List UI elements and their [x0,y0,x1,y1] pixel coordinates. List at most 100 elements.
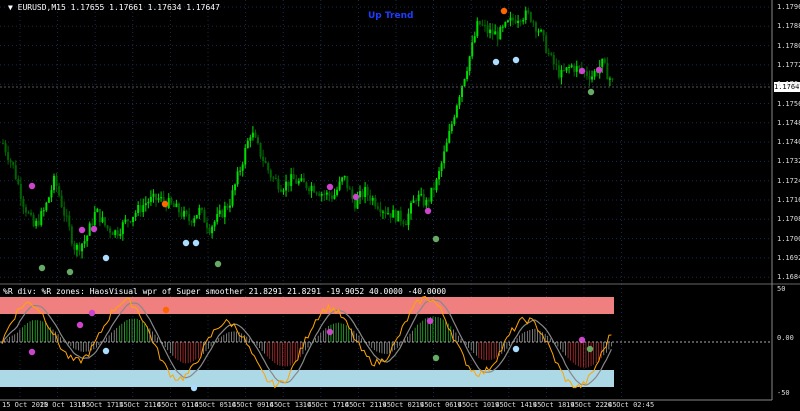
candle-body [348,188,351,190]
candle-body [188,214,191,222]
candle-body [448,131,451,143]
candle-body [300,178,303,181]
divergence-marker [424,207,432,215]
divergence-marker [214,260,222,268]
candle-body [575,66,578,72]
candle-body [111,232,114,235]
divergence-marker [90,225,98,233]
price-tick: 1.17165 [777,196,800,204]
candle-body [568,66,571,68]
candle-body [506,20,509,23]
candle-body [295,179,298,184]
candle-body [397,210,400,222]
candle-body [30,212,33,215]
candle-body [114,230,117,235]
candle-body [37,220,40,225]
candle-body [440,163,443,172]
candle-body [471,42,474,57]
divergence-marker [38,264,46,272]
candle-body [292,174,295,180]
candle-body [325,192,328,195]
candle-body [152,193,155,197]
candle-body [481,24,484,26]
candle-body [221,210,224,218]
candle-body [231,190,234,206]
candle-body [193,218,196,223]
divergence-marker [326,183,334,191]
candle-body [241,164,244,171]
candle-body [14,165,17,179]
candle-body [129,221,132,223]
candle-body [19,183,22,200]
candle-body [144,203,147,206]
candle-body [68,215,71,227]
candle-body [200,207,203,211]
candle-body [147,201,150,204]
candle-body [98,208,101,223]
candle-body [180,212,183,217]
candle-body [101,217,104,223]
divergence-marker [28,182,36,190]
divergence-marker [182,239,190,247]
candle-body [389,213,392,218]
candle-body [254,132,257,138]
price-tick: 1.17245 [777,176,800,185]
candle-body [573,65,576,72]
candle-body [387,213,390,215]
divergence-marker [161,200,169,208]
candle-body [499,27,502,40]
candle-body [461,86,463,98]
price-tick: 1.17965 [777,3,800,11]
divergence-marker [192,239,200,247]
candle-body [167,197,170,208]
candle-body [246,140,249,149]
chart-canvas[interactable] [0,0,800,411]
candle-body [7,152,10,161]
candle-body [527,10,530,13]
indicator-header: %R div: %R zones: HaosVisual wpr of Supe… [3,287,447,296]
candle-body [47,197,50,203]
candle-body [42,210,45,212]
candle-body [455,105,458,118]
candle-body [208,227,211,234]
candle-body [75,244,78,250]
candle-body [155,193,157,200]
candle-body [86,235,89,242]
candle-body [134,213,137,218]
candle-body [45,202,48,211]
candle-body [313,185,316,193]
candle-body [473,36,476,43]
symbol-header: ▼ EURUSD,M15 1.17655 1.17661 1.17634 1.1… [8,3,220,12]
candle-body [172,203,175,208]
grid-lines [0,0,772,400]
candle-body [170,197,173,204]
candle-body [302,178,305,183]
candle-body [17,178,20,184]
candle-body [22,199,25,208]
candle-body [545,35,548,53]
candle-body [550,53,553,56]
price-tick: 1.17005 [777,234,800,243]
candle-body [578,66,581,68]
candle-body [285,181,288,191]
candle-body [585,71,588,76]
divergence-marker [326,328,334,336]
candle-body [519,20,522,22]
candle-body [512,17,514,21]
divergence-marker [512,345,520,353]
price-tick: 1.17805 [777,41,800,50]
candle-body [239,170,242,172]
candle-body [83,241,86,244]
candle-body [32,214,35,227]
indicator-tick: -50 [777,389,790,397]
candle-body [343,175,346,178]
candle-body [149,196,152,202]
candle-body [330,195,333,199]
candle-body [534,22,537,32]
candle-body [132,217,135,223]
candle-body [40,211,43,225]
price-tick: 1.17405 [777,138,800,147]
candle-body [333,194,336,199]
candle-body [603,58,606,63]
candle-body [427,199,430,202]
